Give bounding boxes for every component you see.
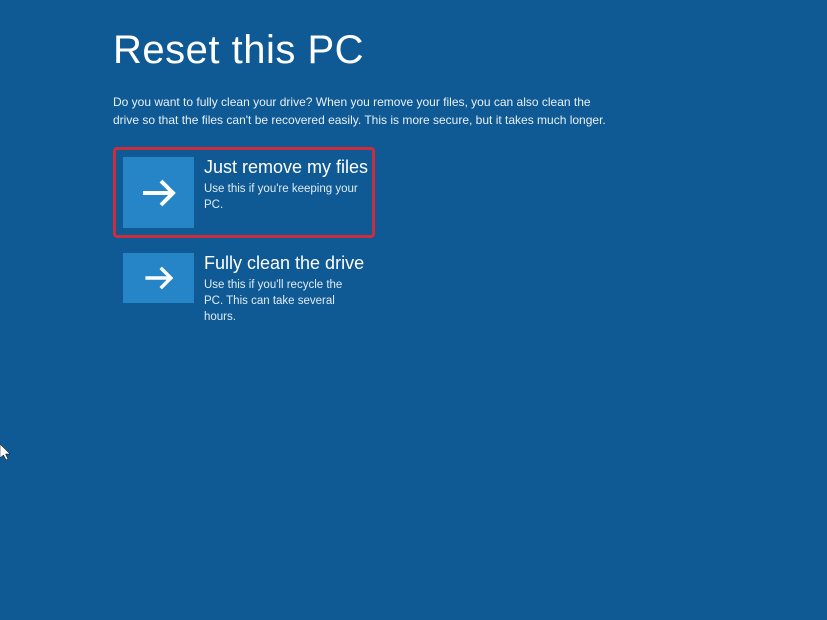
mouse-cursor-icon [0, 444, 14, 467]
option-title: Fully clean the drive [204, 253, 364, 274]
option-text-group: Fully clean the drive Use this if you'll… [194, 253, 364, 325]
main-content: Reset this PC Do you want to fully clean… [0, 0, 827, 335]
option-text-group: Just remove my files Use this if you're … [194, 157, 368, 213]
arrow-right-icon [123, 157, 194, 228]
page-title: Reset this PC [113, 28, 827, 73]
arrow-right-icon [123, 253, 194, 303]
option-fully-clean-drive[interactable]: Fully clean the drive Use this if you'll… [113, 243, 369, 335]
option-description: Use this if you'll recycle the PC. This … [204, 277, 364, 325]
option-title: Just remove my files [204, 157, 368, 178]
option-description: Use this if you're keeping your PC. [204, 181, 368, 213]
option-just-remove-files[interactable]: Just remove my files Use this if you're … [113, 147, 375, 238]
page-description: Do you want to fully clean your drive? W… [113, 93, 613, 129]
